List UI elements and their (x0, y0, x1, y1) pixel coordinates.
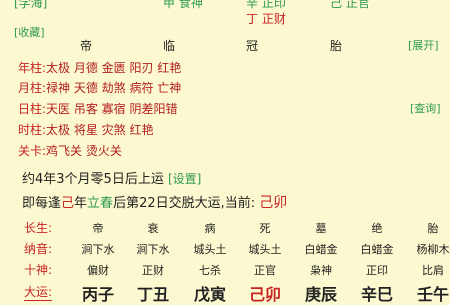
luck-start-line: 约4年3个月零5日后上运 [设置] (22, 168, 201, 187)
shensha-row-day: 日柱:天医 吊客 寡宿 阴差阳错 (18, 98, 178, 117)
changsheng-2: 衰 (147, 222, 159, 235)
nayin-1: 涧下水 (81, 243, 115, 256)
shensha-text: 太极 月德 金匮 阳刃 红艳 (46, 61, 182, 75)
shensha-row-month: 月柱:禄神 天德 劫煞 病符 亡神 (18, 77, 181, 96)
dayun-7[interactable]: 壬午 (408, 281, 450, 305)
shensha-label: 关卡: (18, 144, 47, 158)
jiaoyun-prefix: 即每逢 (22, 196, 62, 211)
expand-link[interactable]: [展开] (408, 37, 439, 53)
top-col3: 己 正官 (330, 0, 370, 10)
dayun-2[interactable]: 丁丑 (128, 281, 178, 305)
shishen-3: 七杀 (199, 264, 221, 277)
jiaoyun-mid: 后第 (113, 196, 140, 211)
changsheng-label: 长生: (24, 221, 53, 235)
nayin-5: 白蜡金 (304, 243, 338, 256)
nayin-7: 杨柳木 (416, 243, 450, 256)
shensha-label: 月柱: (18, 81, 47, 95)
jiaoyun-gan: 己 (61, 196, 75, 211)
jiaoyun-line: 即每逢己年立春后第22日交脱大运,当前: 己卯 (22, 192, 287, 212)
shensha-text: 天医 吊客 寡宿 阴差阳错 (46, 102, 178, 116)
xuehai-link[interactable]: [学海] (14, 0, 47, 11)
shensha-row-hour: 时柱:太极 将星 灾煞 红艳 (18, 119, 154, 138)
dayun-4-current[interactable]: 己卯 (240, 281, 290, 305)
nayin-6: 白蜡金 (360, 243, 394, 256)
dayun-1[interactable]: 丙子 (73, 281, 123, 305)
dayun-label: 大运: (24, 285, 53, 301)
shensha-row-year: 年柱:太极 月德 金匮 阳刃 红艳 (18, 57, 181, 76)
dayun-3[interactable]: 戊寅 (185, 281, 235, 305)
changsheng-1: 帝 (92, 222, 104, 235)
jiaoyun-year: 年 (74, 196, 88, 211)
changsheng-6: 绝 (371, 222, 383, 235)
changsheng-5: 墓 (315, 222, 327, 235)
shensha-text: 禄神 天德 劫煞 病符 亡神 (46, 81, 182, 95)
shensha-label: 年柱: (18, 61, 47, 75)
nayin-3: 城头土 (193, 243, 227, 256)
changsheng-3: 病 (204, 222, 216, 235)
jiaoyun-suffix: 日交脱大运,当前: (155, 196, 256, 211)
jiaoyun-term: 立春 (87, 196, 114, 211)
query-link[interactable]: [查询] (410, 100, 441, 116)
settings-link[interactable]: [设置] (168, 172, 201, 186)
shensha-label: 时柱: (18, 123, 47, 137)
stage-1: 帝 (80, 39, 93, 53)
shishen-7: 比肩 (422, 264, 444, 277)
changsheng-4: 死 (259, 222, 271, 235)
stage-2: 临 (163, 39, 176, 53)
luck-start-text: 约4年3个月零5日后上运 (22, 172, 164, 187)
shensha-label: 日柱: (18, 102, 47, 116)
stage-3: 冠 (246, 39, 259, 53)
top-col2b: 丁 正财 (246, 12, 286, 26)
shishen-1: 偏财 (87, 264, 109, 277)
shishen-2: 正财 (142, 264, 164, 277)
shishen-4: 正官 (254, 264, 276, 277)
jiaoyun-day: 22 (139, 196, 156, 211)
jiaoyun-current[interactable]: 己卯 (259, 195, 287, 211)
shishen-label: 十神: (24, 263, 53, 277)
shensha-text: 太极 将星 灾煞 红艳 (46, 123, 154, 137)
collect-link[interactable]: [收藏] (14, 24, 45, 40)
stage-4: 胎 (330, 39, 343, 53)
shensha-row-guanka: 关卡:鸡飞关 烫火关 (18, 140, 122, 159)
changsheng-7: 胎 (427, 222, 439, 235)
nayin-4: 城头土 (248, 243, 282, 256)
nayin-2: 涧下水 (136, 243, 170, 256)
shishen-5: 枭神 (310, 264, 332, 277)
dayun-5[interactable]: 庚辰 (296, 281, 346, 305)
nayin-label: 纳音: (24, 242, 53, 256)
dayun-6[interactable]: 辛巳 (352, 281, 402, 305)
shishen-6: 正印 (366, 264, 388, 277)
top-col1: 甲 食神 (163, 0, 203, 10)
shensha-text: 鸡飞关 烫火关 (46, 144, 122, 158)
